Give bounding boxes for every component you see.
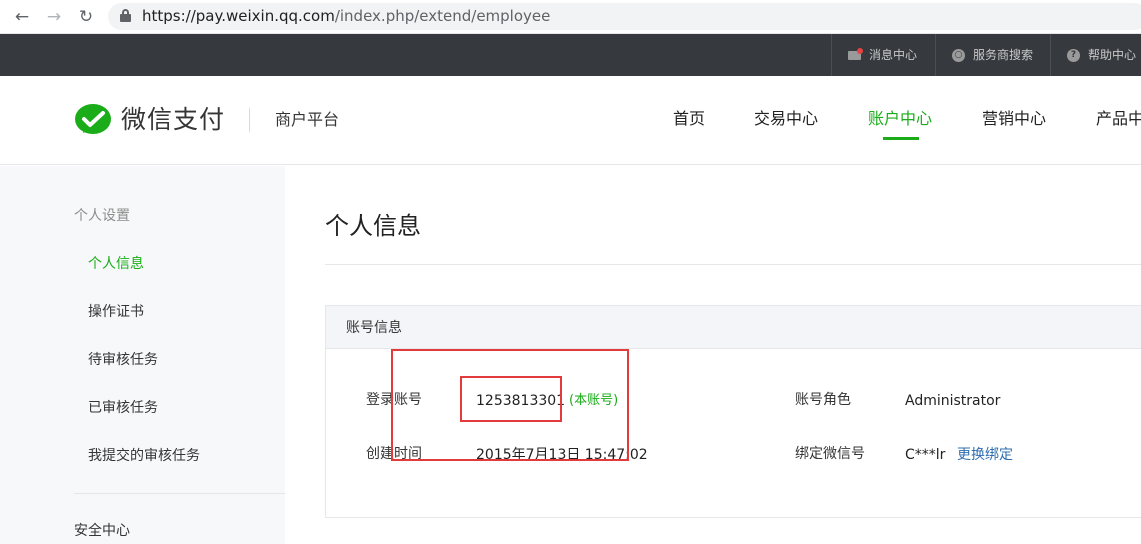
search-icon: ○ <box>952 49 965 62</box>
brand-name: 微信支付 <box>121 105 226 134</box>
sidebar-item-pending-review[interactable]: 待审核任务 <box>88 350 158 370</box>
account-role-label: 账号角色 <box>795 392 851 408</box>
bound-wechat-value: C***lr <box>905 447 946 463</box>
panel-title: 账号信息 <box>346 320 402 336</box>
nav-transactions[interactable]: 交易中心 <box>754 108 818 130</box>
url-text: https://pay.weixin.qq.com/index.php/exte… <box>142 7 550 26</box>
title-divider <box>325 264 1141 265</box>
topbar-message-center[interactable]: 消息中心 <box>831 34 935 76</box>
topbar-search-label: 服务商搜索 <box>973 48 1034 62</box>
nav-account-center[interactable]: 账户中心 <box>868 108 932 130</box>
sidebar-item-reviewed[interactable]: 已审核任务 <box>88 398 158 418</box>
bound-wechat-label: 绑定微信号 <box>795 446 865 462</box>
platform-name: 商户平台 <box>275 110 340 129</box>
sidebar-group-personal: 个人设置 <box>74 208 130 224</box>
topbar-help-label: 帮助中心 <box>1088 48 1137 62</box>
active-nav-indicator <box>883 137 919 140</box>
sidebar-item-my-submissions[interactable]: 我提交的审核任务 <box>88 446 200 466</box>
page-title: 个人信息 <box>325 212 421 240</box>
site-header: 微信支付 商户平台 首页 交易中心 账户中心 营销中心 产品中心 <box>0 76 1141 165</box>
browser-toolbar: ← → ↻ https://pay.weixin.qq.com/index.ph… <box>0 0 1141 34</box>
sidebar-item-certificate[interactable]: 操作证书 <box>88 302 144 322</box>
url-path: /index.php/extend/employee <box>334 7 551 25</box>
help-icon: ? <box>1067 49 1080 62</box>
topbar-provider-search[interactable]: ○ 服务商搜索 <box>935 34 1050 76</box>
sidebar-item-personal-info[interactable]: 个人信息 <box>88 254 144 274</box>
wechat-pay-logo-icon[interactable] <box>74 104 112 138</box>
url-host: https://pay.weixin.qq.com <box>142 7 335 25</box>
header-divider <box>249 108 250 132</box>
rebind-wechat-link[interactable]: 更换绑定 <box>957 445 1013 465</box>
panel-header: 账号信息 <box>326 306 1141 349</box>
nav-home[interactable]: 首页 <box>673 108 705 130</box>
highlight-box-inner <box>460 376 562 422</box>
forward-arrow-icon[interactable]: → <box>44 7 64 27</box>
mail-icon <box>848 48 863 60</box>
sidebar-group-security[interactable]: 安全中心 <box>74 521 130 541</box>
sidebar-divider <box>74 493 285 494</box>
lock-icon <box>120 9 131 22</box>
nav-marketing[interactable]: 营销中心 <box>982 108 1046 130</box>
nav-products[interactable]: 产品中心 <box>1096 108 1141 130</box>
address-bar[interactable]: https://pay.weixin.qq.com/index.php/exte… <box>108 3 1141 30</box>
sidebar: 个人设置 个人信息 操作证书 待审核任务 已审核任务 我提交的审核任务 安全中心 <box>0 166 285 544</box>
reload-icon[interactable]: ↻ <box>76 7 96 27</box>
top-utility-bar: 消息中心 ○ 服务商搜索 ? 帮助中心 <box>0 34 1141 76</box>
account-role-value: Administrator <box>905 393 1001 409</box>
topbar-message-label: 消息中心 <box>869 48 918 62</box>
topbar-help-center[interactable]: ? 帮助中心 <box>1050 34 1141 76</box>
back-arrow-icon[interactable]: ← <box>12 7 32 27</box>
